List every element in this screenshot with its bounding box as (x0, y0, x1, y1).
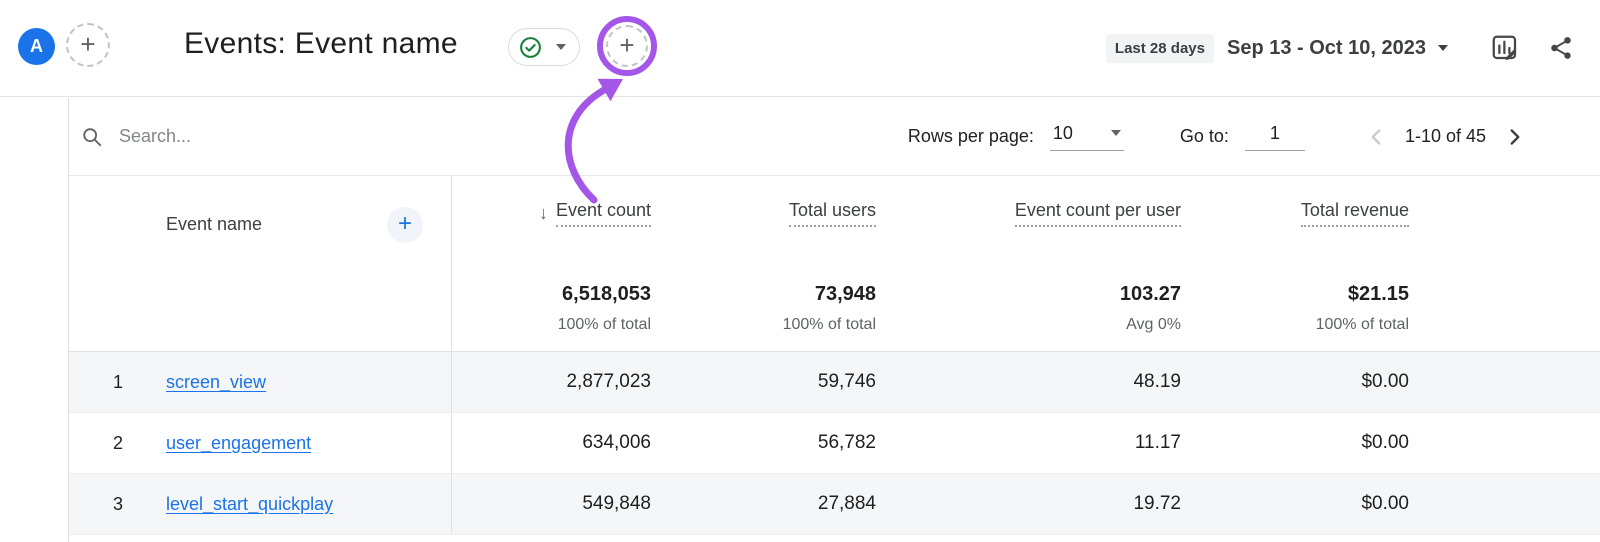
per-user-cell: 11.17 (876, 413, 1181, 473)
total-users-sub: 100% of total (783, 316, 876, 334)
rows-per-page-label: Rows per page: (908, 126, 1034, 147)
row-end-spacer (1409, 413, 1600, 473)
goto-page-label: Go to: (1180, 126, 1229, 147)
event-count-cell: 634,006 (451, 413, 651, 473)
per-user-cell: 48.19 (876, 352, 1181, 412)
event-name-cell: screen_view (141, 352, 451, 412)
header-end-spacer (1409, 176, 1600, 351)
add-dimension-button[interactable]: + (387, 207, 423, 243)
column-header-event-name: Event name + (141, 176, 451, 351)
share-button[interactable] (1548, 35, 1574, 61)
plus-icon: + (398, 212, 412, 236)
total-users-cell: 56,782 (651, 413, 876, 473)
plus-icon: + (619, 32, 634, 58)
total-users-total: 73,948 (815, 283, 876, 306)
column-total-revenue: Total revenue $21.15 100% of total (1181, 176, 1409, 351)
total-event-count: 6,518,053 (562, 283, 651, 306)
event-count-header-label: Event count (556, 200, 651, 227)
event-name-link[interactable]: screen_view (166, 372, 266, 393)
row-end-spacer (1409, 352, 1600, 412)
report-status-badge[interactable] (508, 28, 580, 66)
chevron-right-icon (1502, 124, 1528, 150)
next-page-button[interactable] (1500, 122, 1530, 152)
search-input[interactable] (117, 125, 437, 148)
check-circle-icon (518, 35, 543, 60)
revenue-cell: $0.00 (1181, 352, 1409, 412)
search-icon (81, 126, 103, 148)
total-users-header-label: Total users (789, 200, 876, 227)
sort-desc-icon: ↓ (539, 203, 548, 224)
total-users-cell: 27,884 (651, 474, 876, 534)
event-count-cell: 549,848 (451, 474, 651, 534)
plus-icon: + (80, 31, 95, 57)
report-header: A + Events: Event name + Last 28 days Se… (0, 0, 1600, 97)
revenue-cell: $0.00 (1181, 474, 1409, 534)
column-event-count-per-user: Event count per user 103.27 Avg 0% (876, 176, 1181, 351)
chevron-left-icon (1363, 124, 1389, 150)
revenue-cell: $0.00 (1181, 413, 1409, 473)
total-revenue-header[interactable]: Total revenue (1301, 200, 1409, 227)
column-event-count: ↓ Event count 6,518,053 100% of total (451, 176, 651, 351)
report-table-card: Rows per page: 10 Go to: 1-10 of 45 (68, 98, 1600, 542)
total-revenue-header-label: Total revenue (1301, 200, 1409, 227)
share-icon (1548, 35, 1574, 61)
event-count-header[interactable]: ↓ Event count (539, 200, 651, 227)
header-index-spacer (69, 176, 141, 351)
goto-page-input[interactable] (1245, 122, 1305, 151)
total-users-cell: 59,746 (651, 352, 876, 412)
total-event-count-sub: 100% of total (558, 316, 651, 334)
event-count-cell: 2,877,023 (451, 352, 651, 412)
chevron-down-icon (1111, 130, 1121, 136)
avatar[interactable]: A (18, 28, 55, 65)
pagination-controls: Rows per page: 10 Go to: 1-10 of 45 (908, 122, 1530, 152)
row-number: 2 (69, 413, 141, 473)
page-range-label: 1-10 of 45 (1405, 126, 1486, 147)
customize-report-plus-button[interactable]: + (606, 25, 648, 67)
date-range-chip: Last 28 days (1106, 34, 1214, 63)
total-users-header[interactable]: Total users (789, 200, 876, 227)
header-right-controls: Last 28 days Sep 13 - Oct 10, 2023 (1106, 0, 1574, 96)
row-number: 1 (69, 352, 141, 412)
rows-per-page-value: 10 (1053, 123, 1073, 144)
table-toolbar: Rows per page: 10 Go to: 1-10 of 45 (69, 98, 1600, 176)
date-range-label: Sep 13 - Oct 10, 2023 (1227, 37, 1426, 60)
table-row: 3 level_start_quickplay 549,848 27,884 1… (69, 474, 1600, 535)
per-user-header-label: Event count per user (1015, 200, 1181, 227)
search-box (81, 125, 437, 148)
page-title: Events: Event name (184, 27, 458, 61)
event-name-cell: level_start_quickplay (141, 474, 451, 534)
per-user-total: 103.27 (1120, 283, 1181, 306)
date-range-selector[interactable]: Sep 13 - Oct 10, 2023 (1227, 37, 1448, 60)
event-name-header-label: Event name (166, 214, 262, 235)
table-row: 2 user_engagement 634,006 56,782 11.17 $… (69, 413, 1600, 474)
table-row: 1 screen_view 2,877,023 59,746 48.19 $0.… (69, 352, 1600, 413)
per-user-header[interactable]: Event count per user (1015, 200, 1181, 227)
row-number: 3 (69, 474, 141, 534)
add-comparison-button[interactable]: + (66, 23, 110, 67)
rows-per-page-select[interactable]: 10 (1050, 123, 1124, 151)
per-user-cell: 19.72 (876, 474, 1181, 534)
customize-report-button[interactable] (1490, 33, 1520, 63)
annotation-ring: + (597, 16, 657, 76)
event-name-link[interactable]: level_start_quickplay (166, 494, 333, 515)
total-revenue-sub: 100% of total (1316, 316, 1409, 334)
customize-report-icon (1490, 33, 1520, 63)
row-end-spacer (1409, 474, 1600, 534)
chevron-down-icon (1438, 45, 1448, 51)
column-total-users: Total users 73,948 100% of total (651, 176, 876, 351)
per-user-sub: Avg 0% (1126, 316, 1181, 334)
ga4-events-report: A + Events: Event name + Last 28 days Se… (0, 0, 1600, 542)
chevron-down-icon (556, 44, 566, 50)
table-header: Event name + ↓ Event count 6,518,053 100… (69, 176, 1600, 352)
event-name-link[interactable]: user_engagement (166, 433, 311, 454)
previous-page-button[interactable] (1361, 122, 1391, 152)
event-name-cell: user_engagement (141, 413, 451, 473)
total-revenue-total: $21.15 (1348, 283, 1409, 306)
